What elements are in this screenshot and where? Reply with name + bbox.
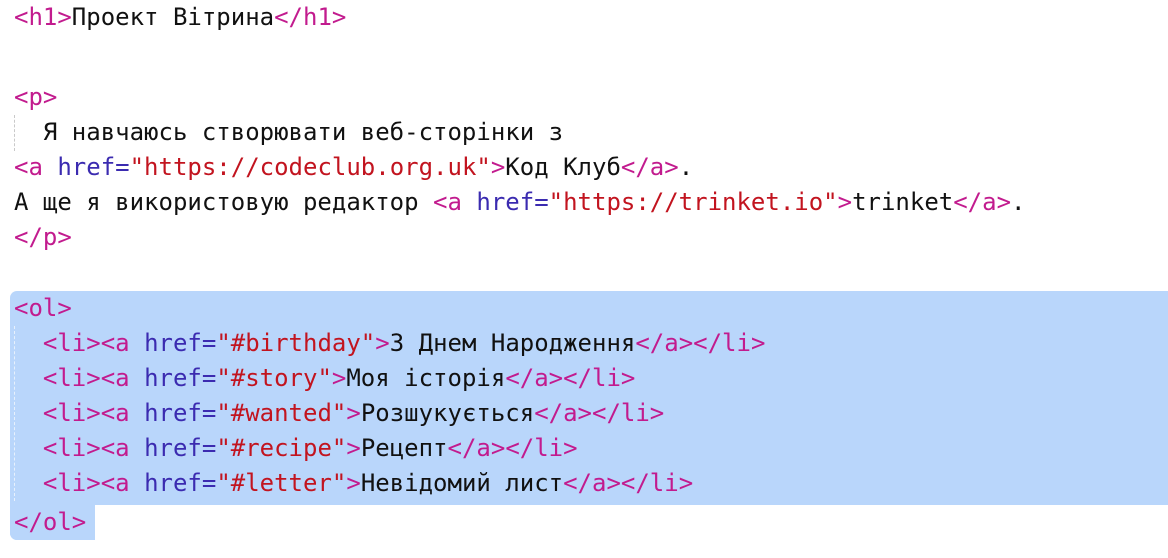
code-token-tag: </a> [953,188,1012,216]
code-token-tag: <a [14,153,58,181]
code-token-attr: href= [57,153,130,181]
code-token-tag: > [346,434,361,462]
selection-mask [95,505,1168,540]
code-token-txt: З Днем Народження [389,329,636,357]
code-token-txt: . [678,153,694,181]
code-token-attr: href= [144,329,217,357]
code-token-str: "https://codeclub.org.uk" [129,153,491,181]
code-line[interactable]: <ol> [14,291,72,326]
code-token-tag: > [837,188,853,216]
code-line[interactable]: Я навчаюсь створювати веб-сторінки з [14,115,563,150]
code-token-attr: href= [144,469,217,497]
code-token-tag: > [346,399,361,427]
code-line[interactable]: <a href="https://codeclub.org.uk">Код Кл… [14,150,693,185]
code-token-tag: </a></li> [635,329,766,357]
code-line[interactable]: </ol> [14,505,86,540]
code-token-txt: А ще я використовую редактор [14,188,434,216]
code-token-txt: Проект Вітрина [71,3,275,31]
code-token-attr: href= [476,188,549,216]
code-token-txt: Моя історія [346,364,506,392]
code-line[interactable]: <h1>Проект Вітрина</h1> [14,0,346,35]
code-token-tag: <li><a [42,399,145,427]
code-token-attr: href= [144,434,217,462]
code-editor[interactable]: <h1>Проект Вітрина</h1> <p> Я навчаюсь ст… [0,0,1168,558]
code-token-tag: </a></li> [447,434,578,462]
code-line[interactable]: <li><a href="#birthday">З Днем Народженн… [14,326,766,361]
code-token-tag: </a> [620,153,679,181]
code-line[interactable]: А ще я використовую редактор <a href="ht… [14,185,1025,220]
code-token-txt: Невідомий лист [360,469,564,497]
code-token-str: "https://trinket.io" [548,188,838,216]
code-token-tag: </h1> [274,3,347,31]
code-token-tag: <li><a [42,434,145,462]
code-token-str: "#story" [216,364,332,392]
code-line[interactable]: <li><a href="#letter">Невідомий лист</a>… [14,466,693,501]
code-token-tag: </a></li> [563,469,694,497]
code-token-str: "#birthday" [216,329,376,357]
code-token-tag: > [346,469,361,497]
code-token-str: "#recipe" [216,434,347,462]
code-token-tag: </p> [14,223,72,251]
code-token-tag: <li><a [42,329,145,357]
code-token-tag: > [375,329,390,357]
code-token-tag: </ol> [14,508,87,536]
code-token-tag: <li><a [42,469,145,497]
code-token-attr: href= [144,399,217,427]
code-token-tag: > [331,364,347,392]
code-line[interactable]: <p> [14,80,57,115]
code-token-attr: href= [144,364,217,392]
code-token-txt: Розшукується [360,399,535,427]
code-token-tag: <a [433,188,477,216]
code-token-str: "#letter" [216,469,347,497]
code-token-tag: </a></li> [505,364,636,392]
code-line[interactable]: <li><a href="#wanted">Розшукується</a></… [14,396,664,431]
code-token-tag: <h1> [14,3,72,31]
code-token-tag: <ol> [14,294,72,322]
code-line[interactable]: <li><a href="#story">Моя історія</a></li… [14,361,635,396]
code-token-str: "#wanted" [216,399,347,427]
code-token-tag: </a></li> [534,399,665,427]
code-token-txt: Код Клуб [505,153,621,181]
code-token-txt: Я навчаюсь створювати веб-сторінки з [14,118,564,146]
code-token-txt: . [1011,188,1026,216]
code-line[interactable]: </p> [14,220,72,255]
code-token-tag: <p> [14,83,58,111]
code-token-txt: Рецепт [360,434,448,462]
code-token-txt: trinket [852,188,954,216]
code-token-tag: <li><a [42,364,145,392]
code-line[interactable]: <li><a href="#recipe">Рецепт</a></li> [14,431,578,466]
code-token-tag: > [490,153,506,181]
